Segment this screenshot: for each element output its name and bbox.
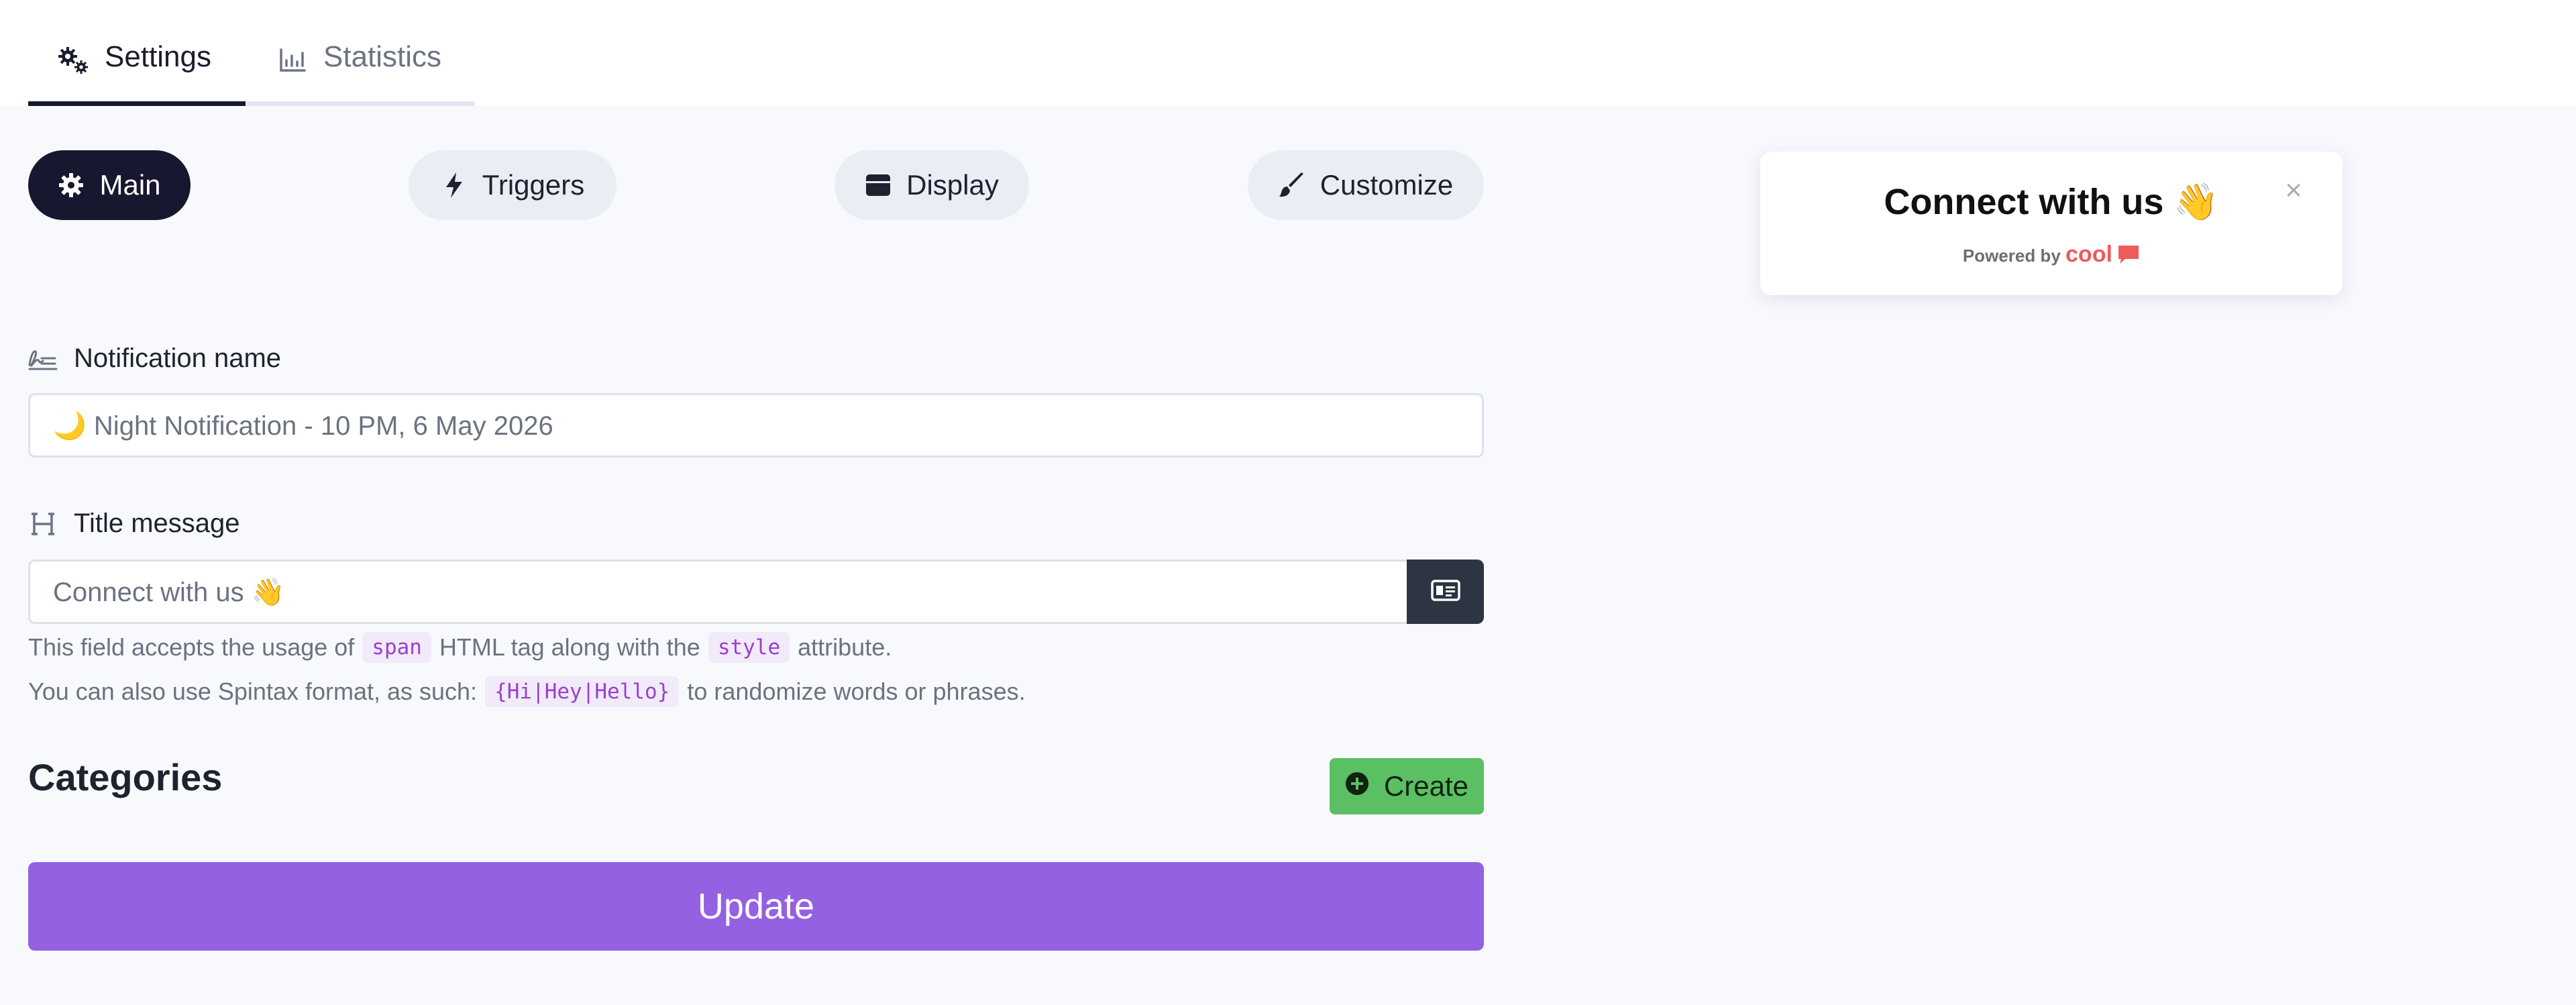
help-text: This field accepts the usage of <box>28 633 355 661</box>
preview-title: Connect with us 👋 <box>1884 182 2219 222</box>
plus-circle-icon <box>1345 770 1369 802</box>
help-text: attribute. <box>798 633 892 661</box>
section-triggers-button[interactable]: Triggers <box>409 150 616 220</box>
title-message-option-button[interactable] <box>1407 560 1484 624</box>
help-code-spintax: {Hi|Hey|Hello} <box>485 676 680 707</box>
title-message-input[interactable]: Connect with us 👋 <box>28 560 1409 624</box>
bar-chart-icon <box>276 44 309 76</box>
signature-icon <box>28 344 58 374</box>
section-display-button[interactable]: Display <box>835 150 1029 220</box>
section-display-label: Display <box>906 169 999 201</box>
heading-icon <box>28 509 58 539</box>
notification-preview: Connect with us 👋 Powered by cool × <box>1760 152 2343 295</box>
title-help-text-1: This field accepts the usage of span HTM… <box>28 632 892 663</box>
bolt-icon <box>441 172 468 199</box>
tab-statistics[interactable]: Statistics <box>246 40 475 106</box>
tab-settings[interactable]: Settings <box>28 40 246 106</box>
section-triggers-label: Triggers <box>482 169 585 201</box>
cogs-icon <box>58 44 90 76</box>
chat-bubble-icon <box>2118 246 2139 264</box>
tab-statistics-label: Statistics <box>323 40 442 73</box>
section-customize-button[interactable]: Customize <box>1248 150 1484 220</box>
help-text: You can also use Spintax format, as such… <box>28 678 478 705</box>
window-icon <box>865 172 892 199</box>
help-text: HTML tag along with the <box>439 633 700 661</box>
id-card-icon <box>1430 579 1460 604</box>
section-main-button[interactable]: Main <box>28 150 191 220</box>
title-message-value: Connect with us 👋 <box>53 577 285 607</box>
notification-name-input[interactable]: 🌙 Night Notification - 10 PM, 6 May 2026 <box>28 393 1484 458</box>
powered-by-text: Powered by <box>1962 246 2061 266</box>
help-code-span: span <box>362 632 431 663</box>
create-category-label: Create <box>1383 770 1469 802</box>
preview-powered-by: Powered by cool <box>1760 242 2343 268</box>
help-code-style: style <box>708 632 790 663</box>
title-message-label-text: Title message <box>74 509 240 538</box>
update-button[interactable]: Update <box>28 862 1484 951</box>
update-label: Update <box>697 886 815 927</box>
section-customize-label: Customize <box>1320 169 1454 201</box>
notification-name-value: 🌙 Night Notification - 10 PM, 6 May 2026 <box>53 411 553 441</box>
title-help-text-2: You can also use Spintax format, as such… <box>28 676 1026 707</box>
brush-icon <box>1279 172 1305 199</box>
help-text: to randomize words or phrases. <box>687 678 1026 705</box>
categories-title: Categories <box>28 756 223 798</box>
gear-icon <box>58 172 85 199</box>
tab-settings-label: Settings <box>105 40 211 73</box>
notification-name-label-text: Notification name <box>74 343 282 373</box>
create-category-button[interactable]: Create <box>1330 758 1484 814</box>
brand-logo: cool <box>2065 242 2112 267</box>
notification-name-label: Notification name <box>28 343 281 374</box>
close-icon[interactable]: × <box>2285 176 2302 205</box>
section-main-label: Main <box>99 169 161 201</box>
top-tab-bar: Settings Statistics <box>0 0 2576 106</box>
title-message-label: Title message <box>28 509 240 539</box>
